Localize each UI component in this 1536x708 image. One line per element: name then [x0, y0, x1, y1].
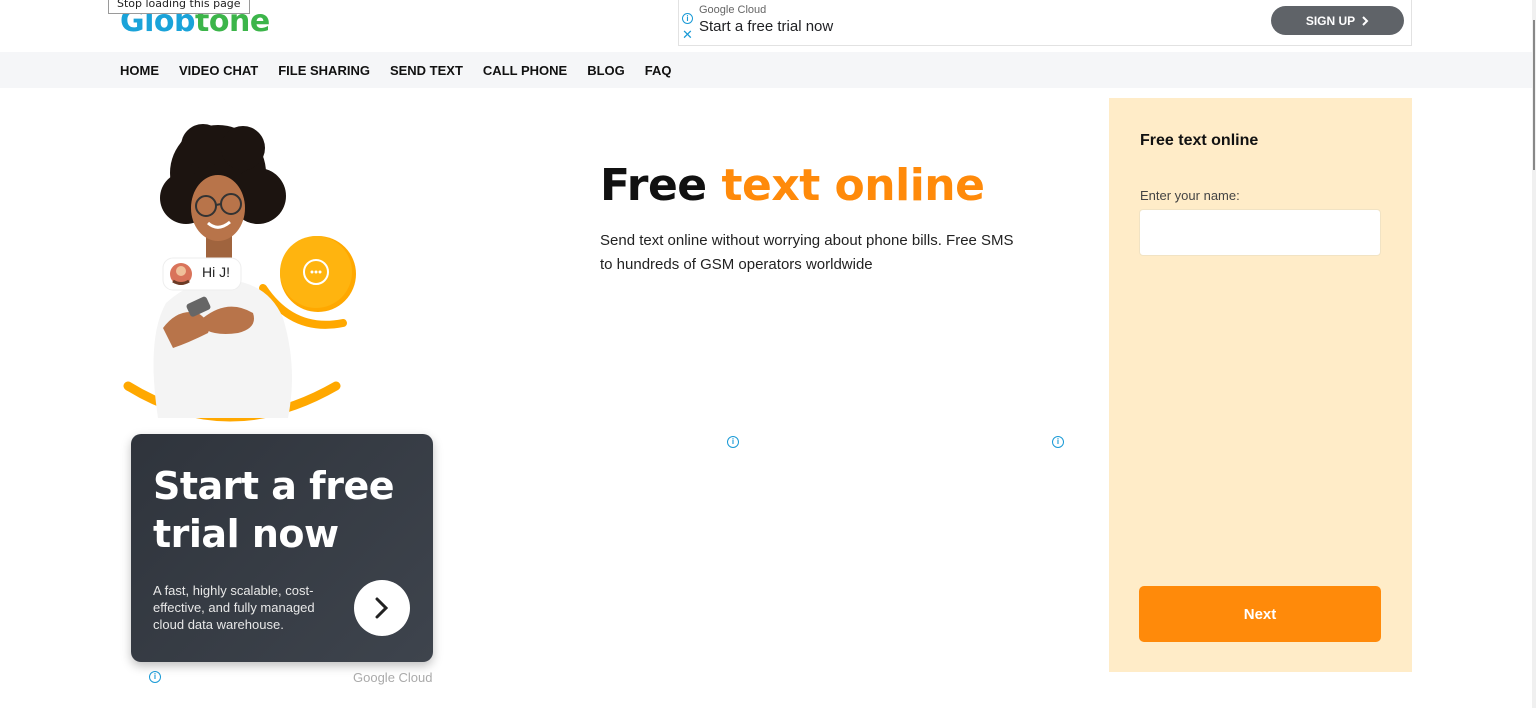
- page-title: Free text online: [600, 160, 985, 211]
- site-header: Globtone Stop loading this page i ✕ Goog…: [0, 0, 1536, 52]
- browser-tooltip: Stop loading this page: [108, 0, 250, 14]
- send-text-form-panel: Free text online Enter your name: Next: [1109, 98, 1412, 672]
- sign-up-button[interactable]: SIGN UP: [1271, 6, 1404, 35]
- top-ad-banner[interactable]: i ✕ Google Cloud Start a free trial now …: [678, 0, 1412, 46]
- ad-close-icon[interactable]: ✕: [682, 28, 693, 42]
- sign-up-label: SIGN UP: [1305, 13, 1356, 28]
- scrollbar-thumb[interactable]: [1533, 20, 1535, 170]
- page-title-part2: text online: [721, 160, 985, 211]
- name-field[interactable]: [1139, 209, 1381, 256]
- main-nav: HOME VIDEO CHAT FILE SHARING SEND TEXT C…: [0, 52, 1536, 88]
- nav-list: HOME VIDEO CHAT FILE SHARING SEND TEXT C…: [120, 52, 671, 88]
- ad-info-icon[interactable]: i: [682, 13, 693, 24]
- woman-texting-illustration: [123, 124, 356, 422]
- nav-item-send-text[interactable]: SEND TEXT: [390, 63, 463, 78]
- ad-info-icon[interactable]: i: [1052, 436, 1064, 448]
- page-description: Send text online without worrying about …: [600, 232, 1014, 273]
- chevron-right-icon: [1362, 15, 1369, 26]
- next-button[interactable]: Next: [1139, 586, 1381, 642]
- nav-item-faq[interactable]: FAQ: [645, 63, 672, 78]
- name-field-label: Enter your name:: [1140, 188, 1240, 203]
- ad-title[interactable]: Start a free trial now: [699, 18, 833, 35]
- hero-illustration: Hi J!: [118, 118, 378, 428]
- nav-item-video-chat[interactable]: VIDEO CHAT: [179, 63, 258, 78]
- chat-bubble-text: Hi J!: [202, 264, 230, 280]
- form-title: Free text online: [1140, 132, 1259, 149]
- side-ad-card[interactable]: Start a free trial now A fast, highly sc…: [131, 434, 433, 662]
- nav-item-home[interactable]: HOME: [120, 63, 159, 78]
- nav-item-call-phone[interactable]: CALL PHONE: [483, 63, 567, 78]
- ad-card-arrow-button[interactable]: [354, 580, 410, 636]
- ad-source: Google Cloud: [699, 4, 767, 16]
- ad-card-headline[interactable]: Start a free trial now: [153, 462, 423, 558]
- nav-item-file-sharing[interactable]: FILE SHARING: [278, 63, 370, 78]
- chevron-right-icon: [375, 597, 389, 619]
- ad-card-source: Google Cloud: [353, 670, 433, 685]
- ad-card-description: A fast, highly scalable, cost-effective,…: [153, 583, 315, 632]
- ad-info-icon[interactable]: i: [727, 436, 739, 448]
- page-title-part1: Free: [600, 160, 722, 211]
- ad-card-info-icon[interactable]: i: [149, 671, 161, 683]
- nav-item-blog[interactable]: BLOG: [587, 63, 625, 78]
